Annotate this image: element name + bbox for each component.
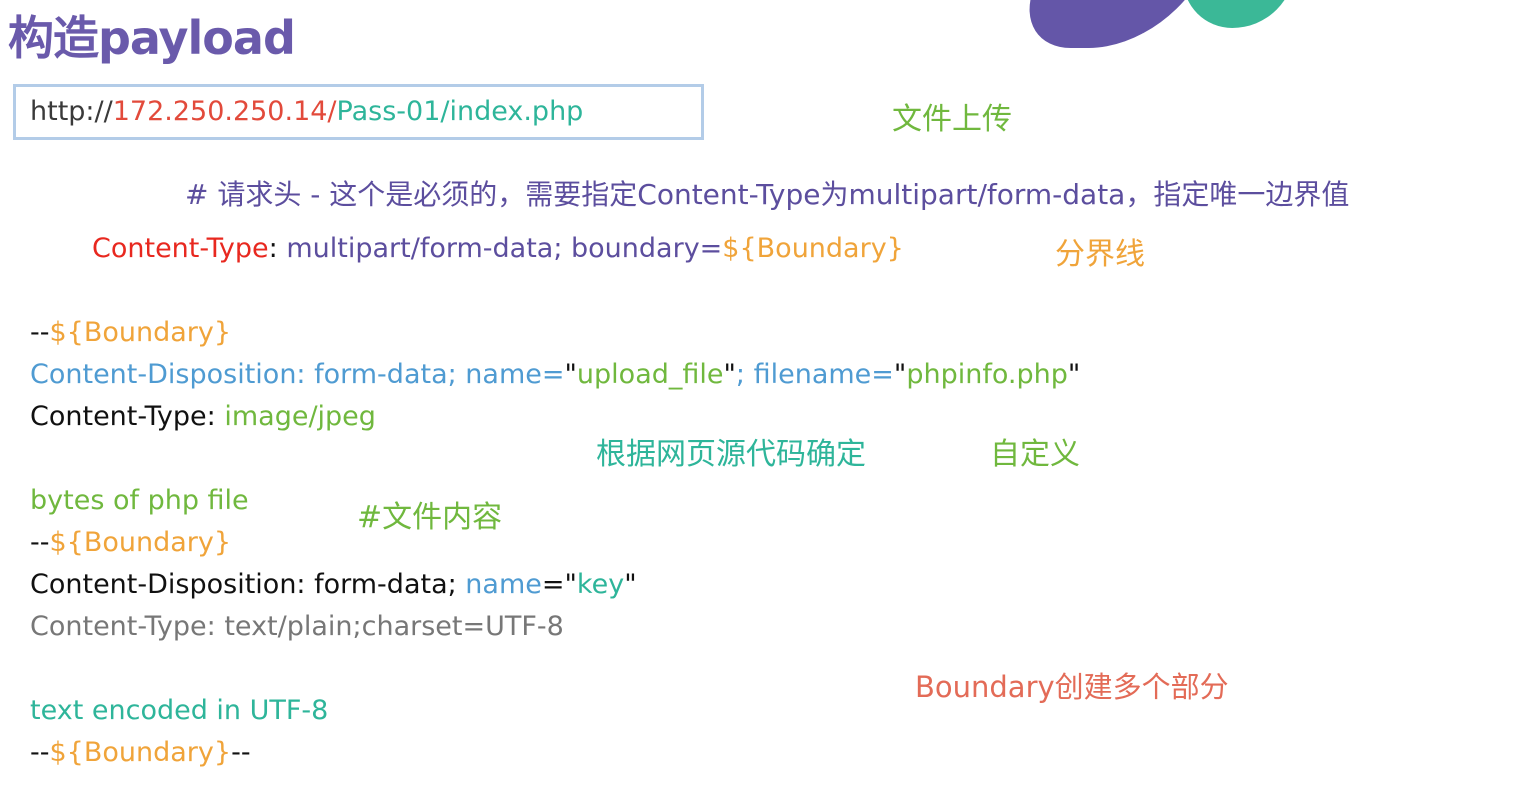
url-path: Pass-01/index.php: [336, 96, 584, 127]
header-value: multipart/form-data; boundary=: [277, 233, 723, 264]
quote: ": [893, 359, 907, 390]
note-file-content: #文件内容: [357, 500, 503, 535]
disposition-mid: ; filename=: [735, 359, 894, 390]
url-scheme: http://: [30, 96, 113, 127]
boundary-prefix: --: [30, 737, 50, 768]
quote: ": [723, 359, 736, 390]
upload-field-name: upload_file: [576, 359, 724, 390]
note-file-upload: 文件上传: [892, 102, 1012, 137]
equals: =: [541, 569, 565, 600]
content-type-key: Content-Type:: [30, 401, 225, 432]
header-sep: :: [268, 233, 278, 264]
header-comment: # 请求头 - 这个是必须的，需要指定Content-Type为multipar…: [185, 178, 1350, 211]
content-type-image-line: Content-Type: image/jpeg: [30, 401, 376, 432]
header-boundary-var: ${Boundary}: [722, 233, 904, 264]
file-bytes-line: bytes of php file: [30, 485, 249, 516]
boundary-prefix: --: [30, 317, 50, 348]
url-text: http://172.250.250.14/Pass-01/index.php: [30, 96, 583, 127]
decorative-green-shape: [1183, 0, 1295, 28]
content-disposition-file-line: Content-Disposition: form-data; name="up…: [30, 359, 1080, 390]
note-from-source: 根据网页源代码确定: [596, 437, 866, 472]
decorative-purple-shape: [1011, 0, 1210, 48]
key-field-name: key: [576, 569, 625, 600]
text-encoded-line: text encoded in UTF-8: [30, 695, 329, 726]
header-content-type-line: Content-Type: multipart/form-data; bound…: [92, 233, 904, 264]
filename-value: phpinfo.php: [906, 359, 1068, 390]
disposition-name-attr: name: [465, 569, 542, 600]
note-multi-part: Boundary创建多个部分: [915, 670, 1229, 704]
content-type-text-line: Content-Type: text/plain;charset=UTF-8: [30, 611, 564, 642]
boundary-prefix: --: [30, 527, 50, 558]
boundary-var: ${Boundary}: [49, 317, 232, 348]
boundary-start-2: --${Boundary}: [30, 527, 231, 558]
page-title: 构造payload: [8, 11, 296, 65]
note-boundary-line: 分界线: [1055, 237, 1145, 272]
quote: ": [1067, 359, 1081, 390]
boundary-start-1: --${Boundary}: [30, 317, 231, 348]
quote: ": [564, 569, 577, 600]
quote: ": [564, 359, 577, 390]
boundary-end: --${Boundary}--: [30, 737, 251, 768]
disposition-prefix: Content-Disposition: form-data; name=: [30, 359, 565, 390]
content-type-value: image/jpeg: [224, 401, 376, 432]
boundary-suffix: --: [231, 737, 251, 768]
disposition-prefix: Content-Disposition: form-data;: [30, 569, 466, 600]
note-custom: 自定义: [990, 437, 1080, 472]
boundary-var: ${Boundary}: [49, 737, 232, 768]
boundary-var: ${Boundary}: [49, 527, 232, 558]
header-key: Content-Type: [92, 233, 269, 264]
quote: ": [624, 569, 637, 600]
content-disposition-key-line: Content-Disposition: form-data; name="ke…: [30, 569, 637, 600]
url-host: 172.250.250.14/: [112, 96, 337, 127]
